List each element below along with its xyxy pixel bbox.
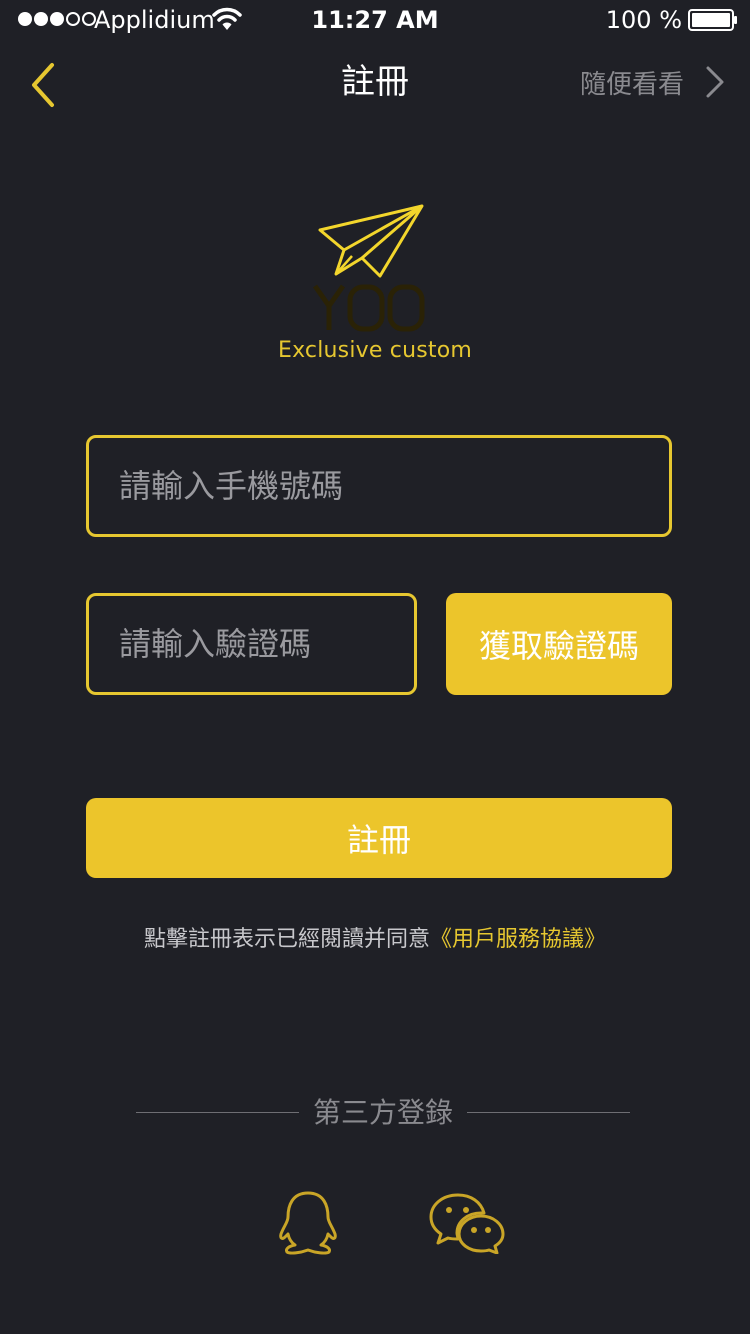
terms-of-service-link[interactable]: 《用戶服務協議》: [430, 927, 606, 952]
register-button[interactable]: 註冊: [86, 798, 672, 878]
logo-tagline: Exclusive custom: [277, 338, 473, 363]
terms-agreement: 點擊註冊表示已經閱讀并同意《用戶服務協議》: [0, 922, 750, 958]
verification-code-input[interactable]: [86, 593, 417, 695]
wechat-login-icon[interactable]: [428, 1192, 506, 1254]
divider-line: [467, 1112, 630, 1113]
yoo-logo-wordmark: [312, 284, 425, 332]
chevron-right-icon: [706, 66, 724, 98]
battery-percentage: 100 %: [605, 6, 682, 34]
third-party-login-label: 第三方登錄: [312, 1096, 453, 1129]
status-bar: Applidium 11:27 AM 100 %: [0, 0, 750, 40]
get-verification-code-button[interactable]: 獲取驗證碼: [446, 593, 672, 695]
browse-as-guest-button[interactable]: 隨便看看: [580, 62, 726, 102]
qq-login-icon[interactable]: [274, 1190, 342, 1256]
paper-plane-logo-icon: [318, 204, 424, 278]
terms-agreement-text: 點擊註冊表示已經閱讀并同意: [143, 927, 430, 952]
divider-line: [136, 1112, 299, 1113]
phone-number-input[interactable]: [86, 435, 672, 537]
browse-as-guest-label: 隨便看看: [579, 69, 684, 100]
battery-icon: [688, 9, 737, 31]
